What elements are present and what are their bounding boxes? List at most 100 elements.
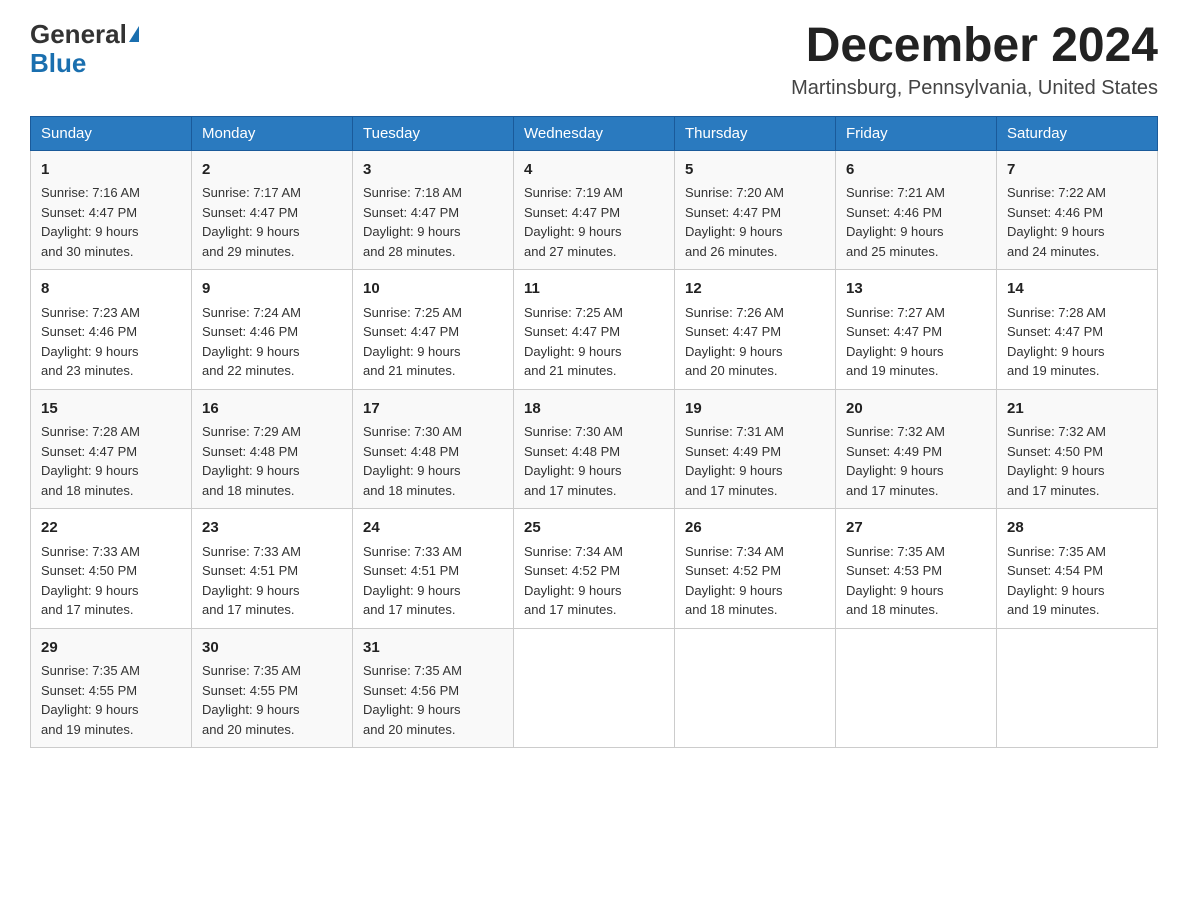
calendar-day-cell: 18 Sunrise: 7:30 AMSunset: 4:48 PMDaylig…: [514, 389, 675, 509]
day-info: Sunrise: 7:27 AMSunset: 4:47 PMDaylight:…: [846, 305, 945, 379]
calendar-day-cell: 5 Sunrise: 7:20 AMSunset: 4:47 PMDayligh…: [675, 150, 836, 270]
day-number: 12: [685, 278, 825, 301]
day-number: 6: [846, 159, 986, 182]
day-number: 25: [524, 517, 664, 540]
title-section: December 2024 Martinsburg, Pennsylvania,…: [791, 20, 1158, 100]
day-info: Sunrise: 7:28 AMSunset: 4:47 PMDaylight:…: [1007, 305, 1106, 379]
calendar-day-cell: 7 Sunrise: 7:22 AMSunset: 4:46 PMDayligh…: [997, 150, 1158, 270]
calendar-day-cell: 8 Sunrise: 7:23 AMSunset: 4:46 PMDayligh…: [31, 270, 192, 390]
day-info: Sunrise: 7:33 AMSunset: 4:51 PMDaylight:…: [202, 544, 301, 618]
day-info: Sunrise: 7:35 AMSunset: 4:56 PMDaylight:…: [363, 663, 462, 737]
day-number: 5: [685, 159, 825, 182]
calendar-day-cell: 24 Sunrise: 7:33 AMSunset: 4:51 PMDaylig…: [353, 509, 514, 629]
day-info: Sunrise: 7:35 AMSunset: 4:54 PMDaylight:…: [1007, 544, 1106, 618]
day-number: 13: [846, 278, 986, 301]
day-info: Sunrise: 7:18 AMSunset: 4:47 PMDaylight:…: [363, 185, 462, 259]
calendar-day-cell: 6 Sunrise: 7:21 AMSunset: 4:46 PMDayligh…: [836, 150, 997, 270]
day-info: Sunrise: 7:34 AMSunset: 4:52 PMDaylight:…: [524, 544, 623, 618]
logo: General Blue: [30, 20, 139, 77]
calendar-header-cell: Wednesday: [514, 116, 675, 150]
day-info: Sunrise: 7:19 AMSunset: 4:47 PMDaylight:…: [524, 185, 623, 259]
calendar-day-cell: 17 Sunrise: 7:30 AMSunset: 4:48 PMDaylig…: [353, 389, 514, 509]
day-number: 4: [524, 159, 664, 182]
calendar-day-cell: 26 Sunrise: 7:34 AMSunset: 4:52 PMDaylig…: [675, 509, 836, 629]
day-number: 2: [202, 159, 342, 182]
day-number: 22: [41, 517, 181, 540]
day-info: Sunrise: 7:23 AMSunset: 4:46 PMDaylight:…: [41, 305, 140, 379]
day-info: Sunrise: 7:30 AMSunset: 4:48 PMDaylight:…: [524, 424, 623, 498]
day-number: 10: [363, 278, 503, 301]
calendar-header-cell: Sunday: [31, 116, 192, 150]
calendar-week-row: 1 Sunrise: 7:16 AMSunset: 4:47 PMDayligh…: [31, 150, 1158, 270]
calendar-day-cell: 21 Sunrise: 7:32 AMSunset: 4:50 PMDaylig…: [997, 389, 1158, 509]
calendar-day-cell: 15 Sunrise: 7:28 AMSunset: 4:47 PMDaylig…: [31, 389, 192, 509]
day-info: Sunrise: 7:32 AMSunset: 4:50 PMDaylight:…: [1007, 424, 1106, 498]
calendar-day-cell: 10 Sunrise: 7:25 AMSunset: 4:47 PMDaylig…: [353, 270, 514, 390]
logo-general: General: [30, 20, 127, 49]
calendar-table: SundayMondayTuesdayWednesdayThursdayFrid…: [30, 116, 1158, 749]
calendar-day-cell: 19 Sunrise: 7:31 AMSunset: 4:49 PMDaylig…: [675, 389, 836, 509]
day-number: 17: [363, 398, 503, 421]
day-info: Sunrise: 7:16 AMSunset: 4:47 PMDaylight:…: [41, 185, 140, 259]
calendar-day-cell: [514, 628, 675, 748]
calendar-day-cell: 9 Sunrise: 7:24 AMSunset: 4:46 PMDayligh…: [192, 270, 353, 390]
day-number: 1: [41, 159, 181, 182]
calendar-day-cell: 14 Sunrise: 7:28 AMSunset: 4:47 PMDaylig…: [997, 270, 1158, 390]
calendar-day-cell: 11 Sunrise: 7:25 AMSunset: 4:47 PMDaylig…: [514, 270, 675, 390]
calendar-day-cell: 16 Sunrise: 7:29 AMSunset: 4:48 PMDaylig…: [192, 389, 353, 509]
calendar-day-cell: 22 Sunrise: 7:33 AMSunset: 4:50 PMDaylig…: [31, 509, 192, 629]
calendar-day-cell: 12 Sunrise: 7:26 AMSunset: 4:47 PMDaylig…: [675, 270, 836, 390]
calendar-header-cell: Thursday: [675, 116, 836, 150]
day-number: 31: [363, 637, 503, 660]
day-info: Sunrise: 7:21 AMSunset: 4:46 PMDaylight:…: [846, 185, 945, 259]
calendar-day-cell: 29 Sunrise: 7:35 AMSunset: 4:55 PMDaylig…: [31, 628, 192, 748]
calendar-day-cell: [997, 628, 1158, 748]
location: Martinsburg, Pennsylvania, United States: [791, 77, 1158, 100]
day-number: 30: [202, 637, 342, 660]
calendar-day-cell: 3 Sunrise: 7:18 AMSunset: 4:47 PMDayligh…: [353, 150, 514, 270]
calendar-day-cell: 13 Sunrise: 7:27 AMSunset: 4:47 PMDaylig…: [836, 270, 997, 390]
day-info: Sunrise: 7:26 AMSunset: 4:47 PMDaylight:…: [685, 305, 784, 379]
day-info: Sunrise: 7:17 AMSunset: 4:47 PMDaylight:…: [202, 185, 301, 259]
calendar-day-cell: [836, 628, 997, 748]
day-info: Sunrise: 7:25 AMSunset: 4:47 PMDaylight:…: [363, 305, 462, 379]
day-number: 3: [363, 159, 503, 182]
day-number: 28: [1007, 517, 1147, 540]
day-number: 20: [846, 398, 986, 421]
day-info: Sunrise: 7:31 AMSunset: 4:49 PMDaylight:…: [685, 424, 784, 498]
day-number: 11: [524, 278, 664, 301]
calendar-day-cell: 27 Sunrise: 7:35 AMSunset: 4:53 PMDaylig…: [836, 509, 997, 629]
day-info: Sunrise: 7:33 AMSunset: 4:51 PMDaylight:…: [363, 544, 462, 618]
calendar-day-cell: 28 Sunrise: 7:35 AMSunset: 4:54 PMDaylig…: [997, 509, 1158, 629]
day-number: 29: [41, 637, 181, 660]
day-info: Sunrise: 7:35 AMSunset: 4:55 PMDaylight:…: [202, 663, 301, 737]
calendar-day-cell: 30 Sunrise: 7:35 AMSunset: 4:55 PMDaylig…: [192, 628, 353, 748]
calendar-header-cell: Tuesday: [353, 116, 514, 150]
logo-triangle-icon: [129, 26, 139, 42]
day-number: 24: [363, 517, 503, 540]
calendar-day-cell: 20 Sunrise: 7:32 AMSunset: 4:49 PMDaylig…: [836, 389, 997, 509]
calendar-header-cell: Saturday: [997, 116, 1158, 150]
day-number: 14: [1007, 278, 1147, 301]
day-number: 27: [846, 517, 986, 540]
day-number: 23: [202, 517, 342, 540]
logo-blue: Blue: [30, 49, 86, 78]
day-info: Sunrise: 7:33 AMSunset: 4:50 PMDaylight:…: [41, 544, 140, 618]
day-number: 26: [685, 517, 825, 540]
day-info: Sunrise: 7:30 AMSunset: 4:48 PMDaylight:…: [363, 424, 462, 498]
day-number: 7: [1007, 159, 1147, 182]
day-info: Sunrise: 7:20 AMSunset: 4:47 PMDaylight:…: [685, 185, 784, 259]
day-info: Sunrise: 7:35 AMSunset: 4:53 PMDaylight:…: [846, 544, 945, 618]
calendar-day-cell: 25 Sunrise: 7:34 AMSunset: 4:52 PMDaylig…: [514, 509, 675, 629]
calendar-week-row: 22 Sunrise: 7:33 AMSunset: 4:50 PMDaylig…: [31, 509, 1158, 629]
day-info: Sunrise: 7:35 AMSunset: 4:55 PMDaylight:…: [41, 663, 140, 737]
calendar-week-row: 29 Sunrise: 7:35 AMSunset: 4:55 PMDaylig…: [31, 628, 1158, 748]
month-title: December 2024: [791, 20, 1158, 73]
day-info: Sunrise: 7:22 AMSunset: 4:46 PMDaylight:…: [1007, 185, 1106, 259]
day-number: 21: [1007, 398, 1147, 421]
calendar-day-cell: 31 Sunrise: 7:35 AMSunset: 4:56 PMDaylig…: [353, 628, 514, 748]
calendar-day-cell: 1 Sunrise: 7:16 AMSunset: 4:47 PMDayligh…: [31, 150, 192, 270]
day-number: 18: [524, 398, 664, 421]
calendar-day-cell: 23 Sunrise: 7:33 AMSunset: 4:51 PMDaylig…: [192, 509, 353, 629]
calendar-day-cell: 4 Sunrise: 7:19 AMSunset: 4:47 PMDayligh…: [514, 150, 675, 270]
